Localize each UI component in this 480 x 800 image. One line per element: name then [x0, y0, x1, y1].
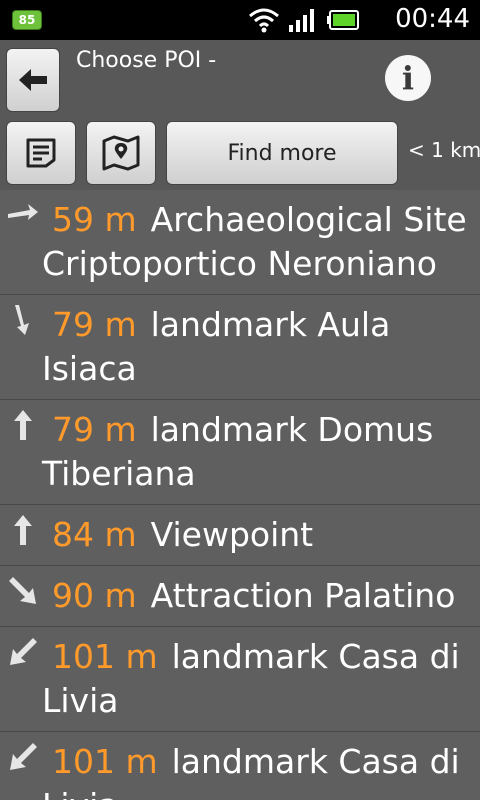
poi-distance: 59 m [52, 200, 137, 239]
up-arrow-icon [14, 410, 32, 440]
header: Choose POI - i [0, 40, 480, 116]
back-arrow-icon [19, 69, 47, 91]
down-right-arrow-icon [9, 577, 36, 604]
wifi-icon [249, 8, 279, 33]
poi-distance: 90 m [52, 576, 137, 615]
list-item[interactable]: 59 m Archaeological Site Criptoportico Ne… [0, 190, 480, 295]
status-icons [248, 6, 360, 34]
down-arrow-icon [15, 305, 29, 335]
list-item[interactable]: 101 mlandmark Casa di Livia [0, 732, 480, 800]
notes-icon [26, 138, 56, 168]
right-arrow-icon [8, 204, 38, 220]
signal-icon [289, 9, 314, 32]
up-arrow-icon [14, 515, 32, 545]
poi-distance: 84 m [52, 515, 137, 554]
list-item[interactable]: 79 m landmark Aula Isiaca [0, 295, 480, 400]
status-time: 00:44 [395, 4, 470, 34]
list-item[interactable]: 79 m landmark Domus Tiberiana [0, 400, 480, 505]
down-left-arrow-icon [10, 743, 37, 770]
toolbar: Find more < 1 km [0, 116, 480, 190]
list-item[interactable]: 90 m Attraction Palatino [0, 566, 480, 627]
map-button[interactable] [86, 121, 156, 185]
poi-list[interactable]: 59 m Archaeological Site Criptoportico Ne… [0, 190, 480, 800]
info-icon: i [401, 59, 415, 97]
poi-distance: 101 m [52, 637, 158, 676]
poi-name: Attraction Palatino [150, 576, 456, 615]
map-icon [102, 135, 140, 171]
poi-distance: 79 m [52, 305, 137, 344]
down-left-arrow-icon [10, 638, 37, 665]
poi-name: Viewpoint [150, 515, 314, 554]
page-title: Choose POI - [76, 48, 217, 73]
list-item[interactable]: 101 mlandmark Casa di Livia [0, 627, 480, 732]
poi-distance: 101 m [52, 742, 158, 781]
range-label: < 1 km [408, 138, 480, 162]
list-item[interactable]: 84 m Viewpoint [0, 505, 480, 566]
status-bar: 85 00:44 [0, 0, 480, 40]
poi-distance: 79 m [52, 410, 137, 449]
info-button[interactable]: i [385, 55, 431, 101]
back-button[interactable] [6, 48, 60, 112]
battery-icon [327, 10, 359, 30]
notes-button[interactable] [6, 121, 76, 185]
find-more-button[interactable]: Find more [166, 121, 398, 185]
notification-badge: 85 [12, 10, 42, 30]
